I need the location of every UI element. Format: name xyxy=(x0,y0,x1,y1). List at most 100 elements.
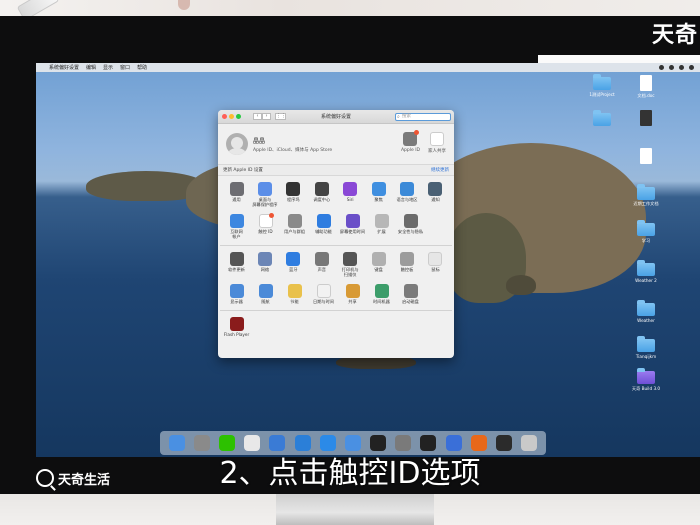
pane-desktop[interactable]: 桌面与 屏幕保护程序 xyxy=(251,182,278,207)
pane-touch-id[interactable]: 触控 ID xyxy=(252,213,279,239)
status-icon[interactable] xyxy=(659,65,664,70)
desktop-icon-folder[interactable]: 1测试Project xyxy=(585,74,619,98)
pane-displays[interactable]: 显示器 xyxy=(223,284,250,304)
pane-bluetooth[interactable]: 蓝牙 xyxy=(280,252,307,277)
desktop-icon-folder[interactable]: 近期工作文档 xyxy=(629,201,663,207)
pane-label: 屏幕使用时间 xyxy=(339,229,366,234)
pane-label: 随航 xyxy=(261,299,270,304)
pane-date-time[interactable]: 日期与时间 xyxy=(310,284,337,304)
menu-help[interactable]: 帮助 xyxy=(137,64,147,71)
search-icon: ⌕ xyxy=(397,114,400,120)
desktop-icon-label: 文档.doc xyxy=(637,93,655,98)
pane-notifications[interactable]: 通知 xyxy=(422,182,449,207)
pane-security[interactable]: 安全性与隐私 xyxy=(397,214,424,239)
pane-spotlight[interactable]: 聚焦 xyxy=(365,182,392,207)
desktop-icon-image[interactable] xyxy=(629,110,663,128)
photos-icon[interactable] xyxy=(244,435,261,451)
status-icon[interactable] xyxy=(679,65,684,70)
desktop-icon-folder[interactable]: Weather xyxy=(629,300,663,323)
pane-energy-saver[interactable]: 节能 xyxy=(281,284,308,304)
pane-dock[interactable]: 程序坞 xyxy=(280,182,307,207)
desktop-icon-doc[interactable] xyxy=(629,148,663,166)
photo-stage: 天奇 系统偏好设置 编辑 显示 窗口 帮助 1测试Project 文档.doc xyxy=(0,0,700,525)
close-button[interactable] xyxy=(222,114,227,119)
wps-icon[interactable] xyxy=(445,435,462,451)
pane-label: 时间机器 xyxy=(373,299,390,304)
menu-edit[interactable]: 编辑 xyxy=(86,64,96,71)
folder-icon xyxy=(593,74,611,90)
pane-extensions[interactable]: 扩展 xyxy=(368,214,395,239)
back-button[interactable]: ‹ xyxy=(253,113,262,120)
account-section[interactable]: 晶晶 Apple ID、iCloud、媒体与 App Store Apple I… xyxy=(218,124,454,164)
trackpad-icon xyxy=(400,252,415,266)
pane-language[interactable]: 语言与地区 xyxy=(394,182,421,207)
apple-id-button[interactable]: Apple ID xyxy=(401,130,420,154)
pane-label: 安全性与隐私 xyxy=(397,229,424,234)
zoom-button[interactable] xyxy=(236,114,241,119)
pane-sidecar[interactable]: 随航 xyxy=(252,284,279,304)
family-sharing-label: 家人共享 xyxy=(428,149,446,154)
finder-icon[interactable] xyxy=(168,435,185,451)
app-store-icon[interactable] xyxy=(319,435,336,451)
notice-link[interactable]: 继续更新 xyxy=(431,167,449,173)
rock-shape xyxy=(506,275,536,295)
desktop-icon-folder[interactable]: 学习 xyxy=(629,220,663,244)
pane-users[interactable]: 用户与群组 xyxy=(281,214,308,239)
menu-view[interactable]: 显示 xyxy=(103,64,113,71)
forward-button[interactable]: › xyxy=(262,113,271,120)
activity-monitor-icon[interactable] xyxy=(496,435,513,451)
folder-icon xyxy=(637,300,655,316)
desktop-icon-folder[interactable] xyxy=(629,184,663,202)
pane-sound[interactable]: 声音 xyxy=(308,252,335,277)
desktop-icon-label: 天奇 Build 3.0 xyxy=(631,386,661,391)
desktop-icon-folder[interactable]: Tianqijkm xyxy=(629,336,663,359)
pane-printers[interactable]: 打印机与 扫描仪 xyxy=(337,252,364,277)
firefox-icon[interactable] xyxy=(470,435,487,451)
desktop-icon-folder[interactable] xyxy=(585,110,619,128)
image-file-icon xyxy=(640,110,652,126)
desktop-icon-doc[interactable]: 文档.doc xyxy=(629,75,663,99)
pane-screen-time[interactable]: 屏幕使用时间 xyxy=(339,214,366,239)
screen-time-icon xyxy=(345,214,360,228)
pane-network[interactable]: 网络 xyxy=(251,252,278,277)
search-field[interactable]: ⌕ 搜索 xyxy=(395,113,451,121)
status-icon[interactable] xyxy=(669,65,674,70)
wechat-icon[interactable] xyxy=(218,435,235,451)
pane-flash-player[interactable]: Flash Player xyxy=(223,317,250,337)
launchpad-icon[interactable] xyxy=(193,435,210,451)
pane-internet-accounts[interactable]: 互联网 帐户 xyxy=(223,214,250,239)
system-preferences-icon[interactable] xyxy=(395,435,412,451)
pane-startup-disk[interactable]: 启动磁盘 xyxy=(397,284,424,304)
pane-mission-control[interactable]: 调度中心 xyxy=(308,182,335,207)
desktop-icon-label: 学习 xyxy=(641,238,651,243)
xcode-icon[interactable] xyxy=(269,435,286,451)
pane-label: 启动磁盘 xyxy=(402,299,419,304)
minimize-button[interactable] xyxy=(229,114,234,119)
pane-trackpad[interactable]: 触控板 xyxy=(394,252,421,277)
family-sharing-button[interactable]: 家人共享 xyxy=(428,132,446,154)
files-icon[interactable] xyxy=(294,435,311,451)
upload-icon[interactable] xyxy=(344,435,361,451)
menu-window[interactable]: 窗口 xyxy=(120,64,130,71)
pane-label: 用户与群组 xyxy=(284,229,305,234)
pane-row: Flash Player xyxy=(220,314,452,340)
pane-mouse[interactable]: 鼠标 xyxy=(422,252,449,277)
pane-time-machine[interactable]: 时间机器 xyxy=(368,284,395,304)
pane-sharing[interactable]: 共享 xyxy=(339,284,366,304)
pane-general[interactable]: 通用 xyxy=(223,182,250,207)
search-placeholder: 搜索 xyxy=(402,114,411,119)
avatar[interactable] xyxy=(226,133,248,155)
menu-app-name[interactable]: 系统偏好设置 xyxy=(49,64,79,71)
trash-icon[interactable] xyxy=(521,435,538,451)
qq-icon[interactable] xyxy=(420,435,437,451)
pane-software-update[interactable]: 软件更新 xyxy=(223,252,250,277)
pane-keyboard[interactable]: 键盘 xyxy=(365,252,392,277)
status-icon[interactable] xyxy=(689,65,694,70)
terminal-icon[interactable] xyxy=(370,435,387,451)
software-update-icon xyxy=(229,252,244,266)
show-all-button[interactable]: ⋮⋮ xyxy=(275,113,286,120)
pane-accessibility[interactable]: 辅助功能 xyxy=(310,214,337,239)
desktop-icon-folder[interactable]: 天奇 Build 3.0 xyxy=(629,368,663,392)
desktop-icon-folder[interactable]: Weather 2 xyxy=(629,260,663,283)
pane-siri[interactable]: Siri xyxy=(337,182,364,207)
